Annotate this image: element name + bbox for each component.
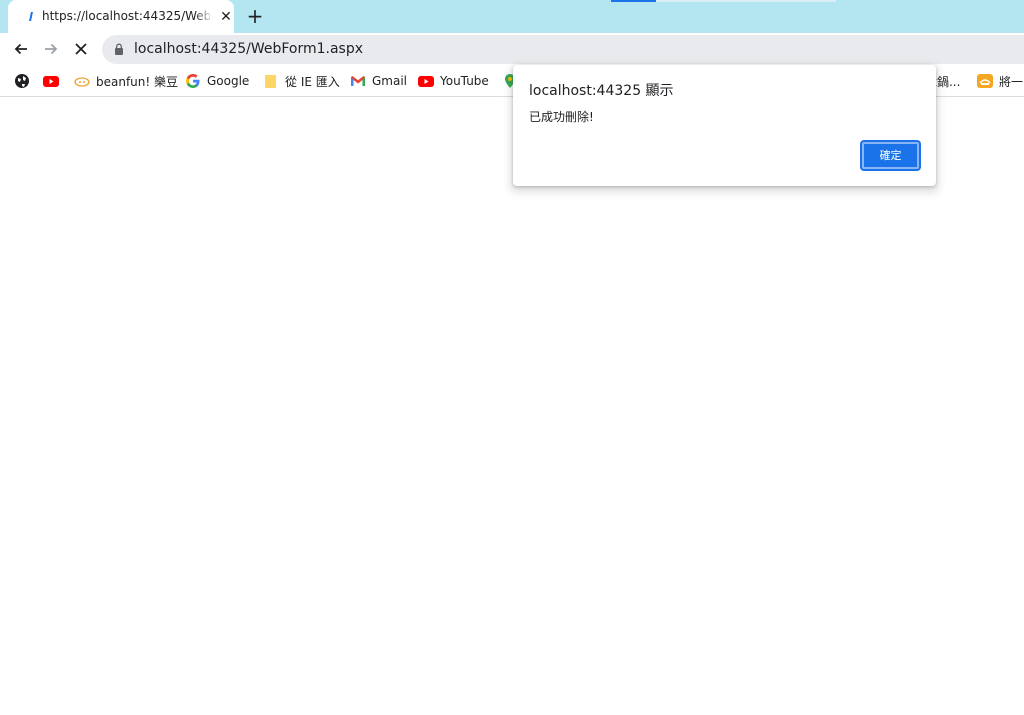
bookmark-label: Google [207,74,250,88]
tab-strip-indicator-track [656,0,836,2]
bookmark-label: beanfun! 樂豆 [96,74,179,89]
dialog-title: localhost:44325 顯示 [529,83,674,99]
bookmark-orange-app[interactable]: 將一 [977,72,1023,90]
orange-app-icon [977,74,993,88]
loading-favicon-icon [28,12,33,21]
youtube-icon [418,76,434,87]
folder-icon [265,75,276,88]
close-x-icon [75,43,87,55]
bookmark-folder-ie[interactable]: 從 IE 匯入 [263,72,340,90]
bookmark-youtube-1[interactable] [43,72,65,90]
beanfun-icon [74,77,90,87]
url-text: localhost:44325/WebForm1.aspx [134,41,364,57]
forward-arrow-icon [45,43,58,55]
youtube-icon [43,76,59,87]
tab-close-icon[interactable]: ✕ [216,7,236,27]
address-bar[interactable]: localhost:44325/WebForm1.aspx [102,35,1024,64]
tab-strip-indicator [611,0,656,2]
bookmark-youtube-2[interactable]: YouTube [418,72,489,90]
bookmark-globe[interactable] [14,72,36,90]
globe-icon [15,74,29,88]
toolbar: localhost:44325/WebForm1.aspx [0,33,1024,65]
lock-icon [115,43,123,55]
ok-button[interactable]: 確定 [860,140,921,171]
google-icon [186,74,200,88]
bookmark-google[interactable]: Google [185,72,249,90]
forward-button[interactable] [39,37,63,61]
back-arrow-icon [14,43,27,55]
bookmark-label: Gmail [372,74,408,88]
back-button[interactable] [9,37,33,61]
alert-dialog: localhost:44325 顯示 已成功刪除! 確定 [513,65,936,186]
dialog-message: 已成功刪除! [529,110,594,124]
bookmark-label: 從 IE 匯入 [285,74,340,89]
tab-title: https://localhost:44325/WebForm1.aspx [42,9,210,23]
tab-strip: https://localhost:44325/WebForm1.aspx ✕ … [0,0,1024,33]
new-tab-button[interactable]: + [244,5,266,27]
bookmark-beanfun[interactable]: beanfun! 樂豆 [74,72,178,90]
stop-loading-button[interactable] [69,37,93,61]
bookmark-label: YouTube [440,74,489,88]
gmail-icon [351,76,365,86]
tab-title-fade [194,8,214,26]
active-tab[interactable]: https://localhost:44325/WebForm1.aspx ✕ [8,0,234,33]
bookmark-gmail[interactable]: Gmail [350,72,407,90]
bookmark-label: 將一 [999,74,1024,89]
